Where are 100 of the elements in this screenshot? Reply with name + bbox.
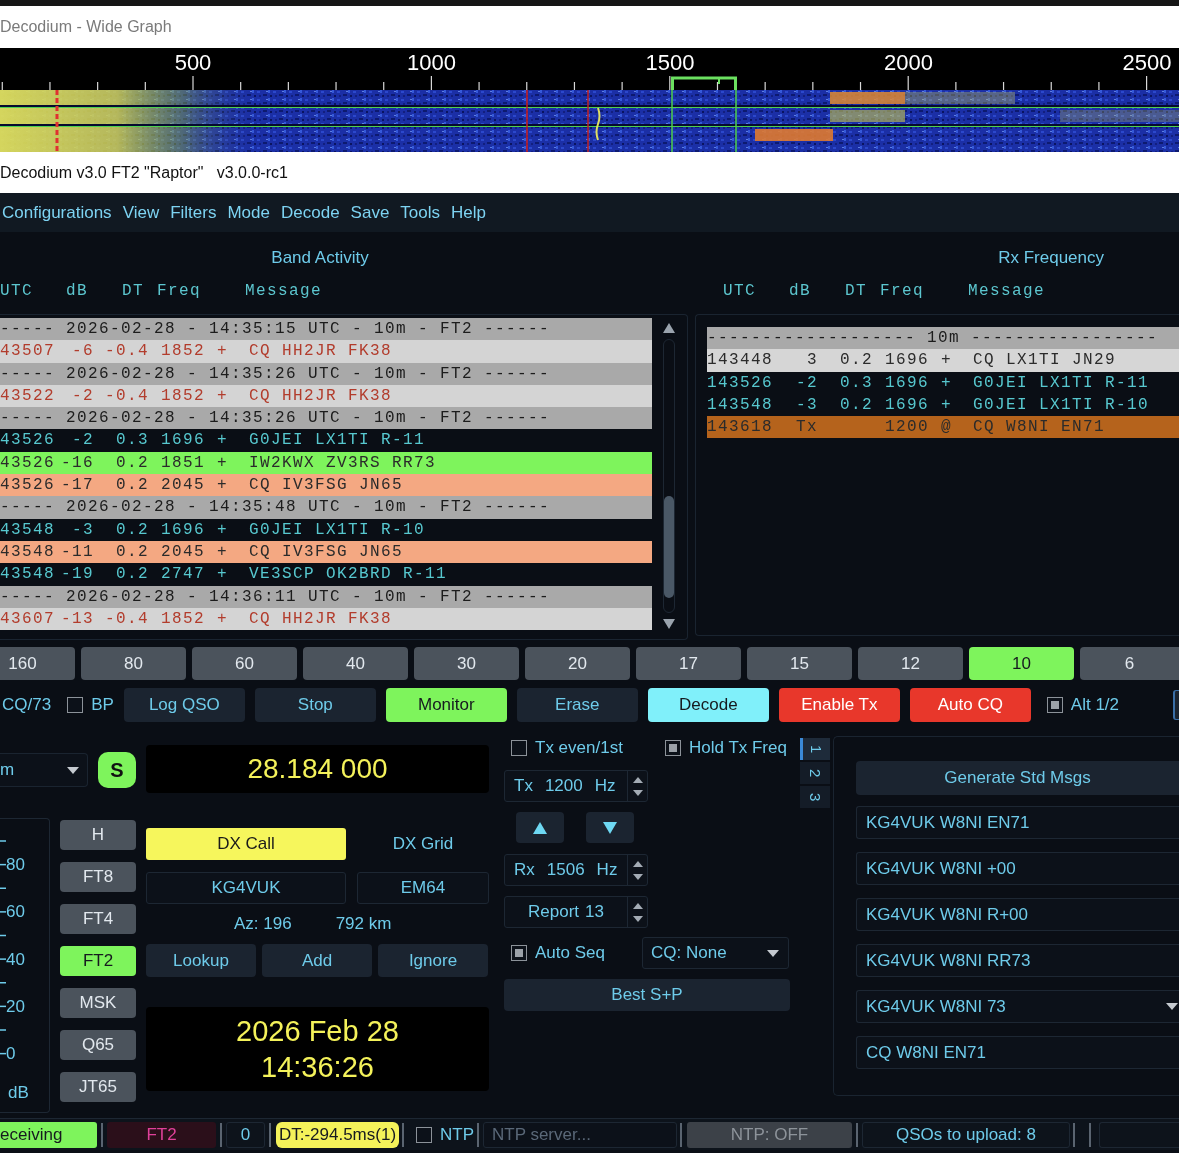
message-combo[interactable]: KG4VUK W8NI 73 [856,990,1179,1023]
toolbar-button[interactable]: Enable Tx [778,688,900,722]
cut-off-button[interactable] [1173,690,1179,720]
mode-button[interactable]: FT4 [60,904,136,934]
ntp-server-field[interactable]: NTP server... [483,1121,677,1148]
checkbox[interactable] [511,740,527,756]
arrow-button[interactable] [586,812,634,843]
decode-row[interactable]: 43607 -13 -0.4 1852 + CQ HH2JR FK38 [0,607,652,631]
rig-status-button[interactable]: S [98,752,136,788]
spin-up-icon[interactable] [632,902,643,909]
mode-button[interactable]: JT65 [60,1072,136,1102]
checkbox[interactable] [511,945,527,961]
menu-item[interactable]: Help [451,199,486,226]
checkbox-label[interactable]: Auto Seq [535,943,605,963]
checkbox[interactable] [1046,697,1063,713]
best-sp-button[interactable]: Best S+P [504,979,790,1011]
spin-up-icon[interactable] [632,860,643,867]
menu-item[interactable]: View [122,199,160,226]
checkbox[interactable] [665,740,681,756]
snr-value: -11 [61,542,94,561]
band-button[interactable]: 10 [969,647,1074,680]
spin-down-icon[interactable] [632,789,643,796]
message-field[interactable]: KG4VUK W8NI +00 [856,852,1179,885]
band-dropdown[interactable]: m [0,753,88,787]
mode-button[interactable]: FT2 [60,946,136,976]
band-button[interactable]: 17 [636,647,741,680]
cq-dropdown[interactable]: CQ: None [642,937,789,969]
toolbar-button[interactable]: Monitor [385,688,507,722]
spinbox[interactable]: Tx 1200 Hz [504,770,648,802]
band-button[interactable]: 40 [303,647,408,680]
spin-down-icon[interactable] [632,873,643,880]
checkbox-label[interactable]: Tx even/1st [535,738,623,758]
decode-row[interactable]: 43522 -2 -0.4 1852 + CQ HH2JR FK38 [0,384,652,408]
window-title: Decodium - Wide Graph [0,17,172,37]
checkbox-label[interactable]: Hold Tx Freq [689,738,787,758]
generate-messages-button[interactable]: Generate Std Msgs [856,761,1179,795]
message-field[interactable]: CQ W8NI EN71 [856,1036,1179,1069]
spin-up-icon[interactable] [632,776,643,783]
checkbox-label[interactable]: CQ/73 [2,692,52,718]
checkbox[interactable] [67,697,84,713]
dx-call-field[interactable]: KG4VUK [146,872,346,904]
tx-bracket-icon[interactable] [671,76,737,90]
band-button[interactable]: 20 [525,647,630,680]
arrow-button[interactable] [516,812,564,843]
band-button[interactable]: 12 [858,647,963,680]
mode-button[interactable]: H [60,820,136,850]
decode-row[interactable]: 143448 3 0.2 1696 + CQ LX1TI JN29 [707,349,1179,372]
status-state: eceiving [0,1121,97,1148]
message-field[interactable]: KG4VUK W8NI EN71 [856,806,1179,839]
checkbox[interactable] [416,1126,432,1143]
checkbox-label[interactable]: BP [91,695,114,715]
toolbar-button[interactable]: Erase [516,688,638,722]
status-time-offset: DT:-294.5ms(1) [276,1121,399,1148]
checkbox-label[interactable]: NTP [440,1124,474,1145]
time-offset: 0.3 [840,373,873,392]
message-tab[interactable]: 3 [800,786,830,808]
ntp-status: NTP: OFF [687,1121,852,1148]
toolbar-button[interactable]: Auto CQ [909,688,1031,722]
band-button[interactable]: 6 [1080,647,1179,680]
toolbar-button[interactable]: Log QSO [123,688,245,722]
message-field[interactable]: KG4VUK W8NI RR73 [856,944,1179,977]
scrollbar-thumb[interactable] [664,496,674,598]
menu-item[interactable]: Configurations [2,199,112,226]
band-button[interactable]: 160 [0,647,75,680]
scroll-up-icon[interactable] [663,323,675,333]
message-tab[interactable]: 1 [800,738,830,760]
band-button[interactable]: 80 [81,647,186,680]
menu-item[interactable]: Filters [170,199,217,226]
dx-action-button[interactable]: Add [262,944,372,977]
menu-item[interactable]: Save [350,199,390,226]
field-value: 13 [585,901,604,924]
decode-row[interactable]: 43507 -6 -0.4 1852 + CQ HH2JR FK38 [0,340,652,363]
toolbar-button[interactable]: Stop [254,688,376,722]
band-button[interactable]: 60 [192,647,297,680]
spin-down-icon[interactable] [632,915,643,922]
spinbox[interactable]: Report 13 [504,896,648,928]
dx-call-label: DX Call [146,828,346,860]
toolbar-button[interactable]: Decode [647,688,769,722]
dx-grid-field[interactable]: EM64 [357,872,489,904]
mode-button[interactable]: Q65 [60,1030,136,1060]
menu-item[interactable]: Decode [281,199,340,226]
menu-item[interactable]: Tools [400,199,441,226]
snr-value: -16 [61,453,94,472]
checkbox-label[interactable]: Alt 1/2 [1070,695,1120,715]
dx-action-button[interactable]: Lookup [146,944,256,977]
dx-action-button[interactable]: Ignore [378,944,488,977]
band-button[interactable]: 30 [414,647,519,680]
message-field[interactable]: KG4VUK W8NI R+00 [856,898,1179,931]
band-button[interactable]: 15 [747,647,852,680]
scroll-down-icon[interactable] [663,619,675,629]
mode-button[interactable]: MSK [60,988,136,1018]
decode-row[interactable]: 43526 -17 0.2 2045 + CQ IV3FSG JN65 [0,474,652,497]
decode-row[interactable]: 43526 -16 0.2 1851 + IW2KWX ZV3RS RR73 [0,451,652,475]
audio-frequency: 1852 [161,386,205,405]
menu-item[interactable]: Mode [227,199,270,226]
mode-button[interactable]: FT8 [60,862,136,892]
message-tab[interactable]: 2 [800,762,830,784]
decode-row[interactable]: 43548 -11 0.2 2045 + CQ IV3FSG JN65 [0,540,652,564]
spinbox[interactable]: Rx 1506 Hz [504,854,648,886]
utc-time: 43548 [0,565,55,584]
